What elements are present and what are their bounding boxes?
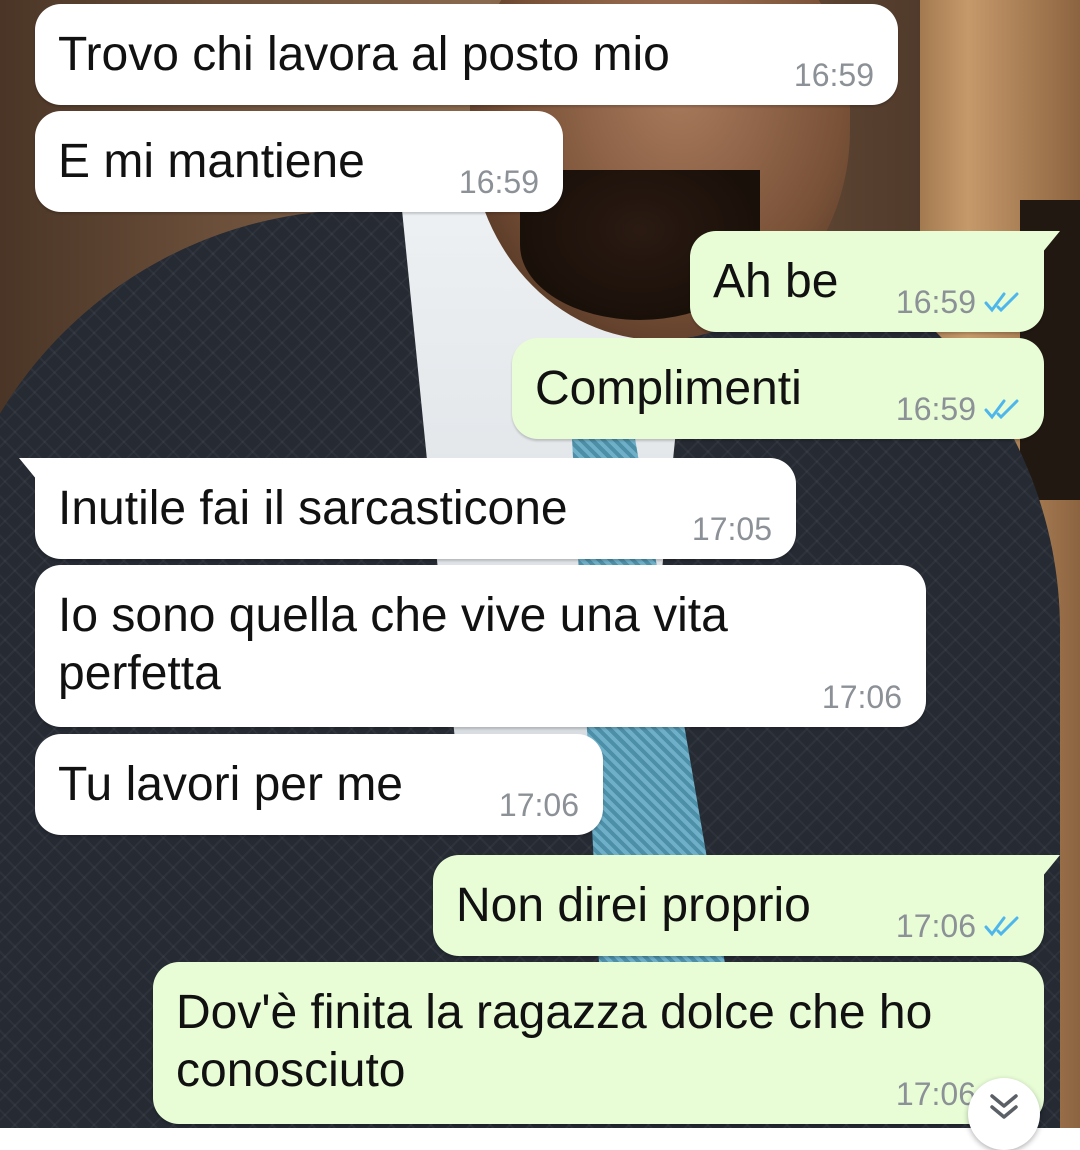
message-meta: 16:59 <box>459 164 539 200</box>
message-meta: 17:05 <box>692 511 772 547</box>
message-bubble-outgoing[interactable]: Dov'è finita la ragazza dolce che ho con… <box>153 962 1044 1124</box>
message-time: 17:05 <box>691 511 772 547</box>
double-chevron-down-icon <box>990 1094 1018 1119</box>
message-text: Trovo chi lavora al posto mio <box>58 28 670 81</box>
message-time: 16:59 <box>793 57 874 93</box>
message-bubble-outgoing[interactable]: Complimenti 16:59 <box>512 338 1044 439</box>
message-text: Inutile fai il sarcasticone <box>58 482 568 535</box>
message-meta: 17:06 <box>822 679 902 715</box>
message-time: 16:59 <box>895 391 976 427</box>
message-bubble-incoming[interactable]: Io sono quella che vive una vita perfett… <box>35 565 926 727</box>
message-text: Io sono quella che vive una vita perfett… <box>58 589 728 700</box>
message-meta: 17:06 <box>896 908 1020 944</box>
read-receipt-icon <box>984 292 1019 313</box>
message-meta: 16:59 <box>794 57 874 93</box>
message-time: 17:06 <box>895 908 976 944</box>
message-time: 16:59 <box>895 284 976 320</box>
message-bubble-incoming[interactable]: Tu lavori per me 17:06 <box>35 734 603 835</box>
message-bubble-incoming[interactable]: Trovo chi lavora al posto mio 16:59 <box>35 4 898 105</box>
message-time: 17:06 <box>821 679 902 715</box>
message-list[interactable]: Trovo chi lavora al posto mio 16:59 E mi… <box>0 0 1080 1128</box>
read-receipt-icon <box>984 916 1019 937</box>
message-bubble-outgoing[interactable]: Ah be 16:59 <box>690 231 1060 332</box>
message-meta: 17:06 <box>499 787 579 823</box>
message-bubble-outgoing[interactable]: Non direi proprio 17:06 <box>433 855 1060 956</box>
message-bubble-incoming[interactable]: E mi mantiene 16:59 <box>35 111 563 212</box>
message-meta: 16:59 <box>896 391 1020 427</box>
read-receipt-icon <box>984 399 1019 420</box>
message-time: 16:59 <box>458 164 539 200</box>
message-bubble-incoming[interactable]: Inutile fai il sarcasticone 17:05 <box>19 458 796 559</box>
message-meta: 16:59 <box>896 284 1020 320</box>
message-text: Dov'è finita la ragazza dolce che ho con… <box>176 986 933 1097</box>
message-time: 17:06 <box>498 787 579 823</box>
scroll-to-bottom-button[interactable] <box>968 1078 1040 1150</box>
message-time: 17:06 <box>895 1076 976 1112</box>
